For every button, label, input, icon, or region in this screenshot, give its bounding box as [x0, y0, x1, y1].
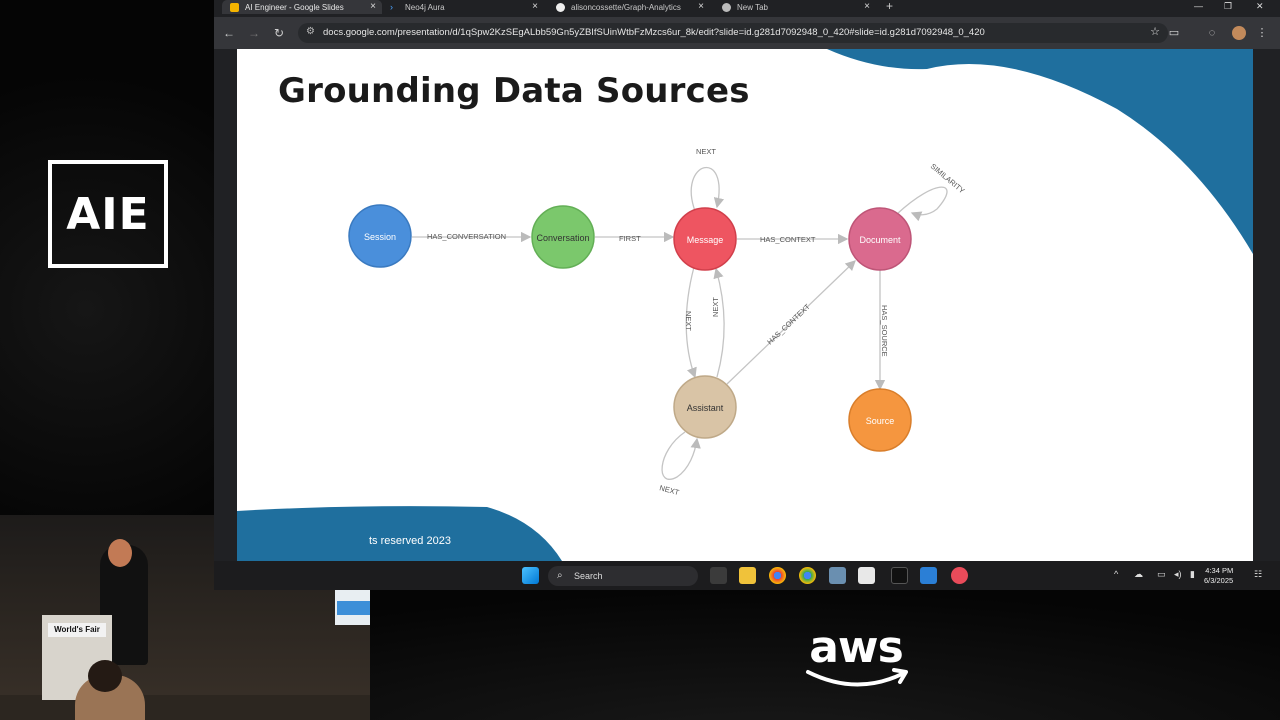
node-label: Message — [687, 235, 724, 245]
node-label: Assistant — [687, 403, 724, 413]
graph-node-conversation: Conversation — [531, 205, 595, 269]
tab-title: New Tab — [737, 2, 768, 12]
edge-label: HAS_SOURCE — [880, 305, 889, 357]
tab-google-slides[interactable]: AI Engineer - Google Slides × — [222, 0, 382, 14]
taskbar-search[interactable]: ⌕ Search — [548, 566, 698, 586]
node-label: Conversation — [536, 233, 589, 243]
close-icon[interactable]: × — [698, 0, 704, 14]
battery-icon[interactable]: ▮ — [1190, 569, 1195, 580]
chrome-profile-icon[interactable] — [799, 567, 816, 584]
edge-assistant-self-next — [661, 431, 701, 480]
edge-label: NEXT — [711, 297, 720, 317]
audience-member-head — [88, 660, 122, 692]
site-info-icon[interactable]: ⚙ — [306, 26, 315, 37]
task-view-icon[interactable] — [710, 567, 727, 584]
close-icon[interactable]: × — [532, 0, 538, 14]
edge-label: HAS_CONTEXT — [765, 302, 812, 347]
notepad-icon[interactable] — [858, 567, 875, 584]
address-bar[interactable]: ⚙ docs.google.com/presentation/d/1qSpw2K… — [298, 23, 1168, 43]
chevron-up-icon[interactable]: ^ — [1114, 569, 1118, 579]
new-tab-button[interactable]: + — [886, 0, 893, 14]
slides-icon — [230, 2, 239, 12]
notification-icon[interactable]: ☷ — [1254, 569, 1262, 580]
profile-avatar[interactable] — [1232, 26, 1246, 40]
cloud-icon[interactable]: ☁ — [1134, 569, 1143, 580]
graph-node-message: Message — [673, 207, 737, 271]
node-label: Session — [364, 232, 396, 242]
minimize-icon[interactable]: — — [1194, 0, 1203, 14]
tab-title: AI Engineer - Google Slides — [245, 2, 344, 12]
tab-title: Neo4j Aura — [405, 2, 445, 12]
edge-label: NEXT — [658, 483, 680, 497]
screen: AIE aws World's Fair AI Engineer - Googl… — [0, 0, 1280, 720]
search-icon: ⌕ — [557, 570, 563, 581]
forward-icon[interactable]: → — [245, 24, 263, 42]
graph-node-source: Source — [848, 388, 912, 452]
tab-github[interactable]: alisoncossette/Graph-Analytics × — [548, 0, 710, 14]
edge-label: HAS_CONTEXT — [760, 235, 816, 244]
settings-app-icon[interactable] — [829, 567, 846, 584]
bookmark-star-icon[interactable]: ☆ — [1150, 25, 1160, 38]
close-icon[interactable]: × — [370, 0, 376, 14]
slide-footer-text: ts reserved 2023 — [369, 535, 451, 547]
extensions-icon[interactable]: ◌ — [1204, 25, 1220, 41]
knowledge-graph-diagram: HAS_CONVERSATION FIRST HAS_CONTEXT NEXT … — [348, 147, 967, 497]
graph-node-assistant: Assistant — [673, 375, 737, 439]
chrome-app-icon[interactable] — [769, 567, 786, 584]
file-explorer-icon[interactable] — [739, 567, 756, 584]
clock-time: 4:34 PM — [1205, 566, 1234, 575]
github-icon — [556, 2, 565, 12]
edge-label: FIRST — [619, 234, 641, 243]
node-label: Source — [866, 416, 895, 426]
edge-label: NEXT — [696, 147, 716, 156]
edge-label: SIMILARITY — [929, 162, 967, 196]
screen-capture-icon[interactable] — [920, 567, 937, 584]
close-window-icon[interactable]: ✕ — [1256, 0, 1264, 14]
back-icon[interactable]: ← — [220, 24, 238, 42]
edge-document-similarity — [896, 186, 948, 222]
camera-screen-accent — [337, 601, 370, 615]
presentation-slide: Grounding Data Sources HAS_CONVERSATION … — [237, 49, 1253, 561]
edge-label: NEXT — [684, 311, 693, 331]
menu-icon[interactable]: ⋮ — [1254, 25, 1270, 41]
edge-message-self-next — [690, 166, 725, 212]
podium-label: World's Fair — [48, 623, 106, 637]
taskbar-clock[interactable]: 4:34 PM 6/3/2025 — [1204, 566, 1233, 586]
close-icon[interactable]: × — [864, 0, 870, 14]
slack-icon[interactable] — [951, 567, 968, 584]
windows-taskbar: ⌕ Search ^ ☁ ▭ ◂) ▮ 4:34 PM 6/3/2025 ☷ — [214, 561, 1280, 590]
url-text: docs.google.com/presentation/d/1qSpw2KzS… — [323, 27, 985, 38]
tab-bar: AI Engineer - Google Slides × › Neo4j Au… — [214, 0, 1280, 14]
graph-node-session: Session — [348, 204, 412, 268]
node-label: Document — [859, 235, 901, 245]
left-branding-panel: AIE — [0, 0, 214, 515]
network-icon[interactable]: ▭ — [1157, 569, 1166, 580]
tab-new-tab[interactable]: New Tab × — [714, 0, 876, 14]
aws-logo: aws — [800, 622, 920, 692]
speaker-head — [108, 539, 132, 567]
browser-toolbar: ← → ↻ ⚙ docs.google.com/presentation/d/1… — [214, 17, 1280, 49]
search-label: Search — [574, 571, 603, 581]
aie-logo: AIE — [48, 160, 168, 268]
restore-icon[interactable]: ❐ — [1224, 0, 1232, 14]
browser-window: AI Engineer - Google Slides × › Neo4j Au… — [214, 0, 1280, 590]
windows-start-icon[interactable] — [522, 567, 539, 584]
cast-icon[interactable]: ▭ — [1166, 25, 1182, 41]
graph-node-document: Document — [848, 207, 912, 271]
tab-title: alisoncossette/Graph-Analytics — [571, 2, 681, 12]
capcut-icon[interactable] — [891, 567, 908, 584]
volume-icon[interactable]: ◂) — [1174, 569, 1182, 580]
edge-label: HAS_CONVERSATION — [427, 232, 506, 241]
neo4j-icon: › — [390, 1, 393, 12]
reload-icon[interactable]: ↻ — [270, 24, 288, 42]
tab-neo4j-aura[interactable]: › Neo4j Aura × — [382, 0, 544, 14]
aws-smile-icon — [806, 668, 908, 687]
chrome-icon — [722, 2, 731, 12]
edge-assistant-next-message — [713, 267, 725, 378]
clock-date: 6/3/2025 — [1204, 576, 1234, 585]
